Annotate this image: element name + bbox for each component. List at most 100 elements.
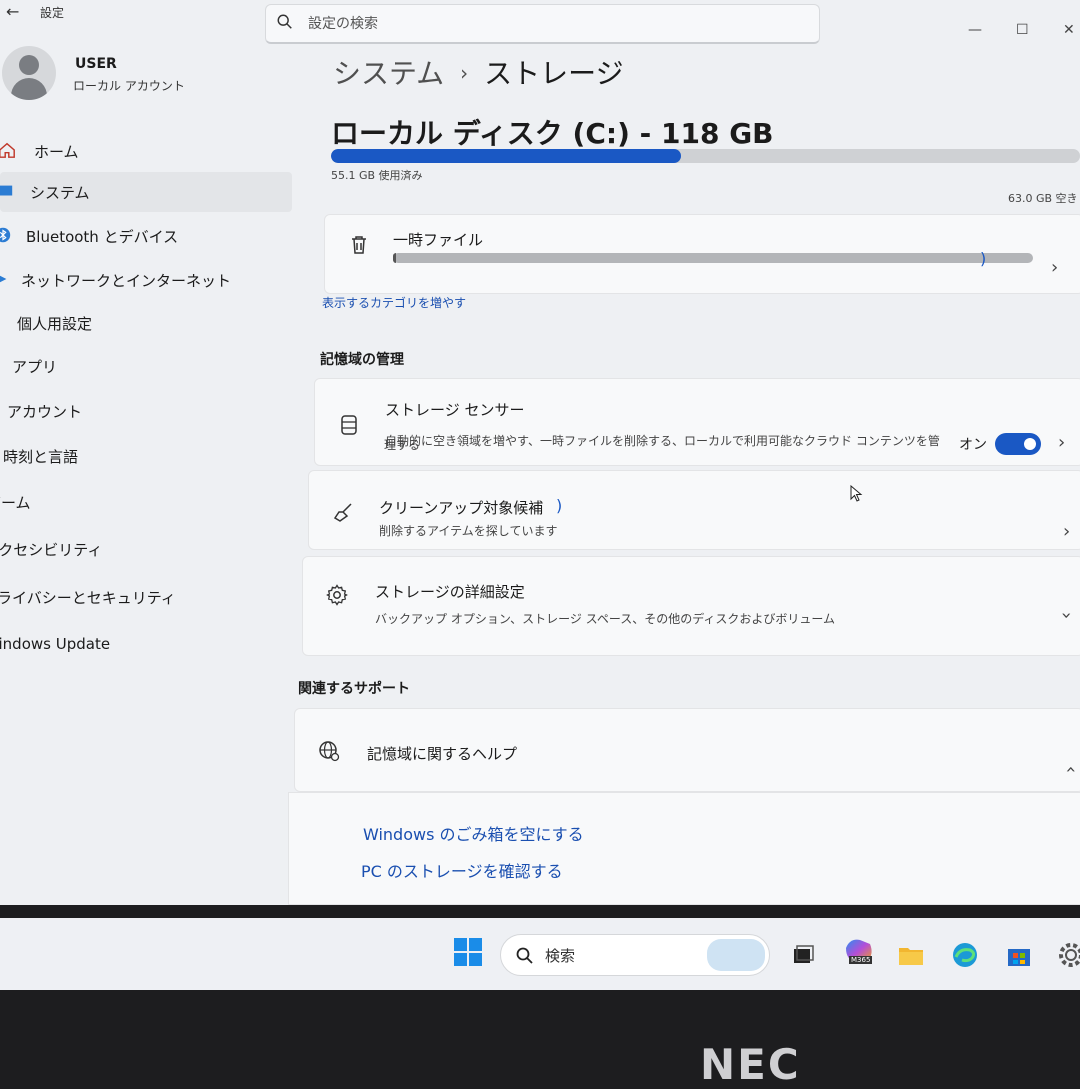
cleanup-description: 削除するアイテムを探しています bbox=[379, 524, 558, 538]
search-icon bbox=[516, 947, 533, 964]
sidebar-item-gaming[interactable]: ゲーム bbox=[0, 482, 290, 522]
breadcrumb-separator: › bbox=[460, 61, 469, 85]
sidebar-item-accessibility[interactable]: アクセシビリティ bbox=[0, 529, 290, 569]
sidebar-item-personalize[interactable]: 個人用設定 bbox=[0, 303, 290, 343]
task-view-icon[interactable] bbox=[788, 940, 818, 970]
sidebar-item-label: アカウント bbox=[7, 403, 83, 421]
storage-drive-icon bbox=[341, 415, 357, 435]
settings-gear-taskbar-icon[interactable] bbox=[1056, 940, 1080, 970]
taskbar-search-box[interactable]: 検索 bbox=[500, 934, 770, 976]
storage-sense-title: ストレージ センサー bbox=[385, 401, 525, 419]
search-highlight-image bbox=[707, 939, 765, 971]
sidebar-item-home[interactable]: ホーム bbox=[0, 131, 290, 171]
temp-files-bar bbox=[393, 253, 1033, 263]
close-button[interactable]: ✕ bbox=[1063, 22, 1075, 38]
globe-help-icon bbox=[319, 741, 340, 762]
network-icon bbox=[0, 275, 7, 283]
chevron-right-icon: › bbox=[1063, 521, 1071, 542]
sidebar-item-time-language[interactable]: 時刻と言語 bbox=[0, 436, 290, 476]
temp-files-label: 一時ファイル bbox=[393, 231, 484, 249]
check-pc-storage-link[interactable]: PC のストレージを確認する bbox=[361, 858, 563, 882]
taskbar-search-label: 検索 bbox=[545, 947, 576, 965]
bluetooth-icon bbox=[0, 227, 11, 243]
advanced-storage-description: バックアップ オプション、ストレージ スペース、その他のディスクおよびボリューム bbox=[375, 612, 836, 626]
mouse-cursor bbox=[850, 485, 863, 502]
nec-logo: NEC bbox=[700, 1040, 801, 1089]
settings-search-box[interactable] bbox=[265, 4, 820, 44]
sidebar-item-label: ホーム bbox=[34, 143, 79, 161]
edge-browser-icon[interactable] bbox=[950, 940, 980, 970]
storage-sense-card[interactable]: ストレージ センサー 自動的に空き領域を増やす、一時ファイルを削除する、ローカル… bbox=[314, 378, 1080, 466]
sidebar-item-label: アプリ bbox=[12, 358, 58, 376]
sidebar-item-label: ゲーム bbox=[0, 494, 31, 512]
sidebar-item-label: 個人用設定 bbox=[17, 315, 93, 333]
user-profile[interactable]: USER ローカル アカウント bbox=[0, 44, 300, 104]
sidebar-item-bluetooth[interactable]: Bluetooth とデバイス bbox=[0, 216, 290, 256]
storage-sense-description-line2: 理する bbox=[384, 438, 421, 452]
sidebar-item-network[interactable]: ネットワークとインターネット bbox=[0, 260, 290, 300]
m365-badge: M365 bbox=[849, 956, 873, 964]
loading-spinner: ) bbox=[556, 496, 563, 515]
back-button[interactable]: ← bbox=[6, 2, 19, 21]
disk-title: ローカル ディスク (C:) - 118 GB bbox=[331, 117, 774, 150]
storage-management-heading: 記憶域の管理 bbox=[320, 352, 404, 368]
sidebar-item-label: システム bbox=[30, 184, 90, 202]
sidebar-item-label: プライバシーとセキュリティ bbox=[0, 589, 176, 607]
chevron-down-icon: › bbox=[1056, 611, 1078, 620]
storage-help-card[interactable]: 記憶域に関するヘルプ › bbox=[294, 708, 1080, 792]
user-account-type: ローカル アカウント bbox=[73, 79, 185, 93]
gear-icon bbox=[326, 584, 348, 606]
sidebar-item-accounts[interactable]: アカウント bbox=[0, 391, 290, 431]
disk-free-label: 63.0 GB 空き bbox=[1008, 192, 1078, 205]
disk-usage-fill bbox=[331, 149, 681, 163]
home-icon bbox=[0, 142, 15, 158]
sidebar-item-label: Bluetooth とデバイス bbox=[26, 228, 179, 246]
advanced-storage-card[interactable]: ストレージの詳細設定 バックアップ オプション、ストレージ スペース、その他のデ… bbox=[302, 556, 1080, 656]
sidebar-item-label: Windows Update bbox=[0, 635, 111, 653]
sidebar-item-label: 時刻と言語 bbox=[3, 448, 79, 466]
empty-recycle-bin-link[interactable]: Windows のごみ箱を空にする bbox=[363, 821, 584, 845]
storage-help-expanded: Windows のごみ箱を空にする PC のストレージを確認する bbox=[288, 792, 1080, 905]
settings-window: ← 設定 — ☐ ✕ USER ローカル アカウント ホーム システム bbox=[0, 0, 1080, 905]
advanced-storage-title: ストレージの詳細設定 bbox=[375, 583, 525, 601]
avatar bbox=[2, 46, 56, 100]
taskbar: 検索 M365 bbox=[0, 918, 1080, 990]
storage-sense-toggle-label: オン bbox=[959, 437, 987, 453]
breadcrumb-parent[interactable]: システム bbox=[333, 57, 444, 90]
sidebar-item-windows-update[interactable]: Windows Update bbox=[0, 625, 290, 665]
file-explorer-icon[interactable] bbox=[896, 940, 926, 970]
sidebar-item-label: アクセシビリティ bbox=[0, 541, 103, 559]
search-icon bbox=[277, 14, 292, 29]
broom-icon bbox=[333, 503, 352, 522]
temp-files-card[interactable]: 一時ファイル ) › bbox=[324, 214, 1080, 294]
disk-used-label: 55.1 GB 使用済み bbox=[331, 169, 423, 182]
m365-copilot-icon[interactable]: M365 bbox=[842, 934, 876, 968]
show-more-categories-link[interactable]: 表示するカテゴリを増やす bbox=[322, 294, 466, 311]
disk-usage-bar bbox=[331, 149, 1080, 163]
chevron-up-icon: › bbox=[1060, 765, 1080, 774]
page-title: ストレージ bbox=[484, 57, 624, 90]
minimize-button[interactable]: — bbox=[968, 22, 982, 38]
user-name: USER bbox=[75, 56, 117, 72]
cleanup-title: クリーンアップ対象候補 bbox=[379, 499, 544, 517]
chevron-right-icon: › bbox=[1051, 257, 1059, 278]
storage-sense-toggle[interactable] bbox=[995, 433, 1041, 455]
app-title: 設定 bbox=[40, 6, 65, 20]
storage-help-title: 記憶域に関するヘルプ bbox=[367, 745, 518, 763]
system-icon bbox=[0, 185, 13, 196]
sidebar-item-system[interactable]: システム bbox=[0, 172, 292, 212]
sidebar-item-privacy[interactable]: プライバシーとセキュリティ bbox=[0, 577, 290, 617]
related-support-heading: 関連するサポート bbox=[298, 681, 410, 697]
breadcrumb: システム › ストレージ bbox=[333, 52, 624, 92]
loading-spinner: ) bbox=[980, 249, 987, 268]
cleanup-recommendations-card[interactable]: クリーンアップ対象候補 ) 削除するアイテムを探しています › bbox=[308, 470, 1080, 550]
windows-start-icon[interactable] bbox=[452, 936, 484, 968]
storage-sense-description: 自動的に空き領域を増やす、一時ファイルを削除する、ローカルで利用可能なクラウド … bbox=[385, 434, 940, 448]
maximize-button[interactable]: ☐ bbox=[1016, 22, 1029, 38]
sidebar-item-label: ネットワークとインターネット bbox=[21, 272, 232, 290]
chevron-right-icon: › bbox=[1058, 432, 1066, 453]
sidebar-item-apps[interactable]: アプリ bbox=[0, 346, 290, 386]
microsoft-store-icon[interactable] bbox=[1004, 940, 1034, 970]
trash-icon bbox=[352, 236, 366, 254]
search-input[interactable] bbox=[306, 11, 790, 37]
